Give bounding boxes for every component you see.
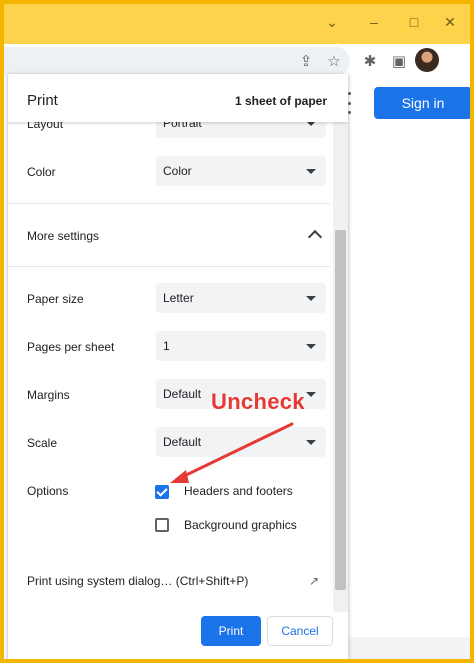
scale-select[interactable]: Default bbox=[156, 427, 326, 457]
dropdown-arrow-icon bbox=[306, 440, 316, 445]
profile-avatar[interactable] bbox=[415, 48, 439, 72]
color-select-value: Color bbox=[163, 164, 192, 178]
headers-footers-checkbox[interactable] bbox=[155, 485, 169, 499]
layout-select-value: Portrait bbox=[163, 122, 202, 130]
print-dialog: Print 1 sheet of paper Layout Portrait C… bbox=[8, 74, 348, 659]
color-label: Color bbox=[27, 165, 56, 179]
margins-value: Default bbox=[163, 387, 202, 401]
layout-select[interactable]: Portrait bbox=[156, 122, 326, 138]
dropdown-arrow-icon bbox=[306, 344, 316, 349]
paper-size-value: Letter bbox=[163, 291, 194, 305]
sign-in-button[interactable]: Sign in bbox=[374, 87, 470, 119]
page-footer-area bbox=[349, 637, 470, 659]
pages-per-sheet-label: Pages per sheet bbox=[27, 340, 115, 354]
extensions-icon[interactable]: ✱ bbox=[359, 50, 381, 72]
open-external-icon[interactable]: ↗ bbox=[309, 574, 321, 588]
chevron-up-icon[interactable] bbox=[307, 229, 323, 245]
margins-label: Margins bbox=[27, 388, 70, 402]
color-select[interactable]: Color bbox=[156, 156, 326, 186]
pages-per-sheet-value: 1 bbox=[163, 339, 170, 353]
screenshot-frame: ⌄ – □ ✕ ⇪ ☆ ✱ ▣ Sign in Print 1 sheet of… bbox=[0, 0, 474, 663]
more-settings-toggle[interactable]: More settings bbox=[27, 229, 99, 243]
print-settings-scroll[interactable]: Layout Portrait Color Color More setting… bbox=[8, 122, 348, 612]
scrollbar-thumb[interactable] bbox=[335, 230, 346, 590]
background-graphics-label[interactable]: Background graphics bbox=[184, 518, 297, 532]
section-divider bbox=[8, 203, 330, 204]
paper-size-label: Paper size bbox=[27, 292, 84, 306]
title-bar: ⌄ – □ ✕ bbox=[4, 4, 470, 44]
sheet-count: 1 sheet of paper bbox=[234, 94, 327, 108]
paper-size-select[interactable]: Letter bbox=[156, 283, 326, 313]
dropdown-arrow-icon bbox=[306, 169, 316, 174]
tab-search-chevron-icon[interactable]: ⌄ bbox=[312, 8, 352, 36]
maximize-icon[interactable]: □ bbox=[394, 8, 434, 36]
minimize-icon[interactable]: – bbox=[354, 8, 394, 36]
browser-toolbar: ⇪ ☆ ✱ ▣ bbox=[4, 44, 470, 78]
dropdown-arrow-icon bbox=[306, 296, 316, 301]
section-divider bbox=[8, 266, 330, 267]
dropdown-arrow-icon bbox=[306, 122, 316, 126]
headers-footers-label[interactable]: Headers and footers bbox=[184, 484, 293, 498]
print-dialog-title: Print bbox=[27, 92, 58, 109]
scale-value: Default bbox=[163, 435, 202, 449]
dropdown-arrow-icon bbox=[306, 392, 316, 397]
layout-label: Layout bbox=[27, 122, 64, 131]
options-label: Options bbox=[27, 484, 69, 498]
system-dialog-link[interactable]: Print using system dialog… (Ctrl+Shift+P… bbox=[27, 574, 248, 588]
background-graphics-checkbox[interactable] bbox=[155, 518, 169, 532]
side-panel-icon[interactable]: ▣ bbox=[388, 50, 410, 72]
close-icon[interactable]: ✕ bbox=[430, 8, 470, 36]
print-dialog-header: Print 1 sheet of paper bbox=[8, 74, 348, 122]
annotation-uncheck-label: Uncheck bbox=[211, 389, 305, 414]
share-icon[interactable]: ⇪ bbox=[295, 50, 317, 72]
bookmark-star-icon[interactable]: ☆ bbox=[323, 50, 345, 72]
pages-per-sheet-select[interactable]: 1 bbox=[156, 331, 326, 361]
print-button[interactable]: Print bbox=[201, 616, 261, 646]
scale-label: Scale bbox=[27, 436, 58, 450]
cancel-button[interactable]: Cancel bbox=[267, 616, 333, 646]
print-dialog-footer: Print Cancel bbox=[8, 612, 348, 659]
